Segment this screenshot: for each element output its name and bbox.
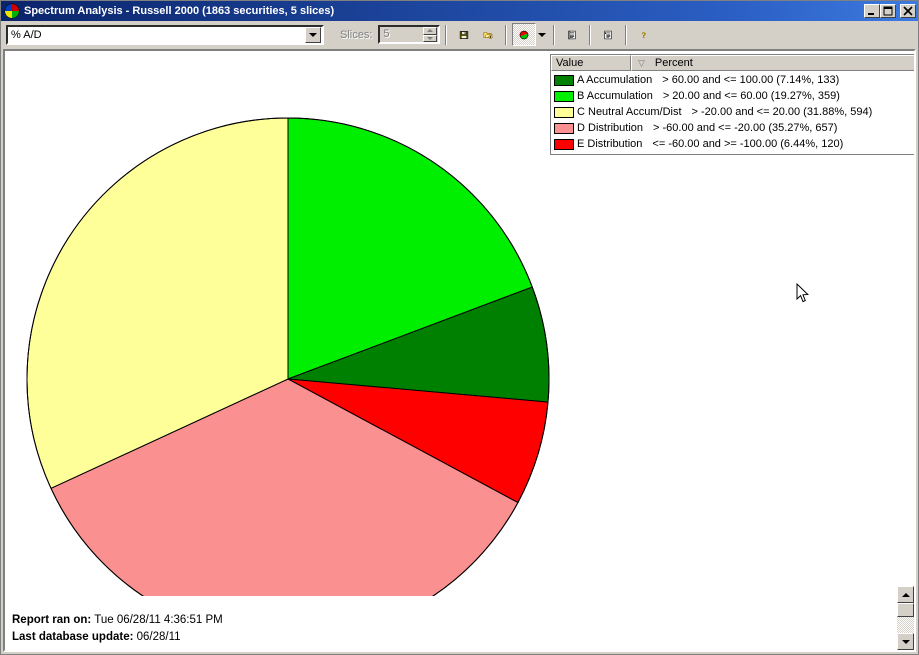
legend-row[interactable]: B Accumulation > 20.00 and <= 60.00 (19.2… (551, 88, 914, 104)
save-button[interactable] (452, 23, 476, 46)
minimize-button[interactable] (864, 4, 880, 18)
last-database-update-label: Last database update: (12, 631, 134, 643)
legend-color-swatch (554, 122, 574, 134)
legend-row[interactable]: D Distribution > -60.00 and <= -20.00 (35… (551, 120, 914, 136)
indicator-select[interactable]: % A/D (6, 24, 324, 45)
legend-header-row: Value ▽ Percent (551, 55, 914, 71)
legend-column-header-percent[interactable]: ▽ Percent (631, 55, 914, 71)
legend-color-swatch (554, 74, 574, 86)
chevron-down-icon[interactable] (305, 26, 321, 43)
slices-increment-button[interactable] (423, 27, 438, 35)
last-database-update-value: 06/28/11 (136, 631, 181, 643)
legend-row-detail: > 20.00 and <= 60.00 (19.27%, 359) (662, 90, 840, 102)
scrollbar-track[interactable] (897, 617, 914, 633)
legend-row-label: A Accumulation (577, 74, 653, 86)
indicator-select-value: % A/D (11, 28, 42, 41)
sort-descending-icon: ▽ (638, 58, 645, 68)
legend-row[interactable]: E Distribution <= -60.00 and >= -100.00 (… (551, 136, 914, 152)
report-ran-on-value: Tue 06/28/11 4:36:51 PM (94, 614, 223, 626)
legend-row[interactable]: C Neutral Accum/Dist > -20.00 and <= 20.0… (551, 104, 914, 120)
legend-row-label: E Distribution (577, 138, 643, 150)
slices-stepper[interactable]: 5 (378, 25, 441, 44)
pie-chart-app-icon (4, 3, 20, 19)
pie-chart-view-button[interactable] (512, 23, 537, 46)
legend-column-header-value-label: Value (556, 57, 584, 69)
legend-row-detail: > -60.00 and <= -20.00 (35.27%, 657) (653, 122, 838, 134)
vertical-scrollbar[interactable] (897, 586, 914, 650)
toolbar-separator (505, 24, 508, 45)
new-report-button[interactable] (596, 23, 620, 46)
slices-stepper-value: 5 (383, 28, 390, 40)
report-footer: Report ran on: Tue 06/28/11 4:36:51 PM L… (5, 612, 914, 650)
legend-color-swatch (554, 138, 574, 150)
slices-stepper-buttons[interactable] (423, 27, 438, 42)
maximize-button[interactable] (880, 4, 896, 18)
scroll-down-button[interactable] (897, 633, 914, 650)
mouse-cursor (796, 283, 809, 303)
slices-label: Slices: (340, 28, 373, 41)
open-button[interactable] (476, 23, 500, 46)
toolbar-separator (625, 24, 628, 45)
help-button[interactable]: ? (632, 23, 656, 46)
last-database-update-line: Last database update: 06/28/11 (12, 629, 914, 646)
legend-rows: A Accumulation > 60.00 and <= 100.00 (7.1… (551, 71, 914, 154)
toolbar: % A/D Slices: 5 ? (1, 21, 918, 49)
report-ran-on-line: Report ran on: Tue 06/28/11 4:36:51 PM (12, 612, 914, 629)
toolbar-separator (589, 24, 592, 45)
pie-chart (5, 51, 550, 596)
svg-text:?: ? (642, 30, 646, 39)
toolbar-separator (553, 24, 556, 45)
scrollbar-thumb[interactable] (897, 603, 914, 617)
legend-row-detail: <= -60.00 and >= -100.00 (6.44%, 120) (652, 138, 844, 150)
legend-row-detail: > 60.00 and <= 100.00 (7.14%, 133) (662, 74, 840, 86)
legend-row-label: D Distribution (577, 122, 644, 134)
legend-color-swatch (554, 106, 574, 118)
report-view-button[interactable] (560, 23, 584, 46)
legend-column-header-percent-label: Percent (654, 57, 693, 69)
legend-color-swatch (554, 90, 574, 102)
toolbar-separator (445, 24, 448, 45)
close-button[interactable] (900, 4, 916, 18)
legend-row-detail: > -20.00 and <= 20.00 (31.88%, 594) (691, 106, 873, 118)
legend-row-label: C Neutral Accum/Dist (577, 106, 682, 118)
pie-chart-svg (26, 117, 550, 596)
report-client-area: Value ▽ Percent A Accumulation > 60.00 an… (3, 49, 916, 652)
slices-decrement-button[interactable] (423, 34, 438, 42)
legend-row[interactable]: A Accumulation > 60.00 and <= 100.00 (7.1… (551, 72, 914, 88)
window-title: Spectrum Analysis - Russell 2000 (1863 s… (24, 5, 335, 17)
legend-row-label: B Accumulation (577, 90, 653, 102)
report-ran-on-label: Report ran on: (12, 614, 92, 626)
window-controls (864, 4, 916, 18)
legend-panel: Value ▽ Percent A Accumulation > 60.00 an… (550, 54, 914, 155)
application-window: Spectrum Analysis - Russell 2000 (1863 s… (0, 0, 919, 655)
title-bar[interactable]: Spectrum Analysis - Russell 2000 (1863 s… (1, 1, 918, 21)
chart-type-dropdown[interactable] (536, 23, 548, 46)
legend-column-header-value[interactable]: Value (551, 55, 631, 71)
scroll-up-button[interactable] (897, 586, 914, 603)
